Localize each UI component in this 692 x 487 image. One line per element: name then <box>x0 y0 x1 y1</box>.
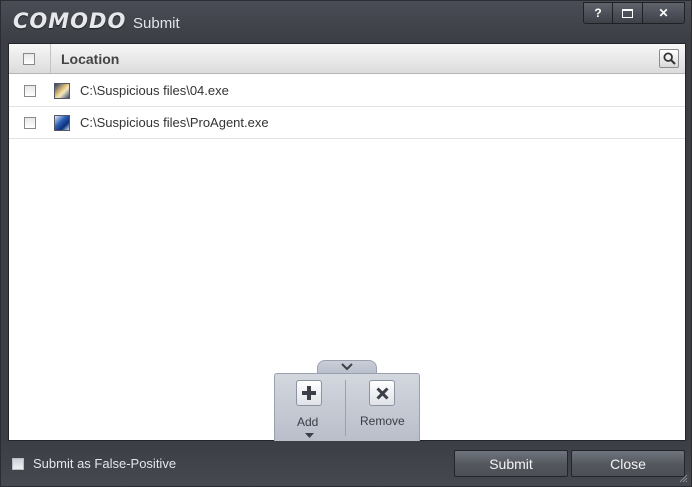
select-all-cell <box>9 44 51 73</box>
list-header: Location <box>9 44 685 74</box>
help-button[interactable]: ? <box>583 2 613 24</box>
comodo-logo: COMODO <box>13 9 127 33</box>
toolbar-divider <box>345 380 346 436</box>
false-positive-label[interactable]: Submit as False-Positive <box>33 456 176 471</box>
maximize-button[interactable] <box>613 2 643 24</box>
submit-dialog: COMODO Submit ? ✕ Location C:\Suspicious… <box>0 0 692 487</box>
table-row[interactable]: C:\Suspicious files\04.exe <box>9 75 685 107</box>
row-checkbox[interactable] <box>24 117 36 129</box>
select-all-checkbox[interactable] <box>23 53 35 65</box>
false-positive-checkbox[interactable] <box>12 458 24 470</box>
row-checkbox[interactable] <box>24 85 36 97</box>
remove-button[interactable] <box>369 380 395 406</box>
resize-grip-icon[interactable] <box>678 473 688 483</box>
add-button[interactable] <box>296 380 322 406</box>
maximize-icon <box>622 8 633 18</box>
title-bar[interactable]: COMODO Submit ? ✕ <box>1 1 691 41</box>
add-label[interactable]: Add <box>297 415 318 429</box>
close-window-button[interactable]: ✕ <box>643 2 685 24</box>
search-icon <box>662 52 676 65</box>
close-button[interactable]: Close <box>571 450 685 477</box>
chevron-down-icon <box>341 363 353 371</box>
file-path: C:\Suspicious files\04.exe <box>80 83 229 98</box>
plus-icon <box>302 386 316 400</box>
table-row[interactable]: C:\Suspicious files\ProAgent.exe <box>9 107 685 139</box>
action-toolbar: Add Remove <box>274 373 420 441</box>
submit-button[interactable]: Submit <box>454 450 568 477</box>
remove-x-icon <box>375 386 389 400</box>
close-icon: ✕ <box>658 6 669 20</box>
location-column-header[interactable]: Location <box>61 51 119 67</box>
window-controls: ? ✕ <box>583 2 685 24</box>
search-button[interactable] <box>659 49 679 68</box>
file-path: C:\Suspicious files\ProAgent.exe <box>80 115 269 130</box>
exe-app-icon <box>54 115 70 131</box>
window-title: Submit <box>133 15 180 32</box>
remove-label[interactable]: Remove <box>360 414 405 428</box>
help-icon: ? <box>594 6 602 20</box>
dropdown-arrow-icon[interactable] <box>305 433 314 438</box>
exe-app-icon <box>54 83 70 99</box>
